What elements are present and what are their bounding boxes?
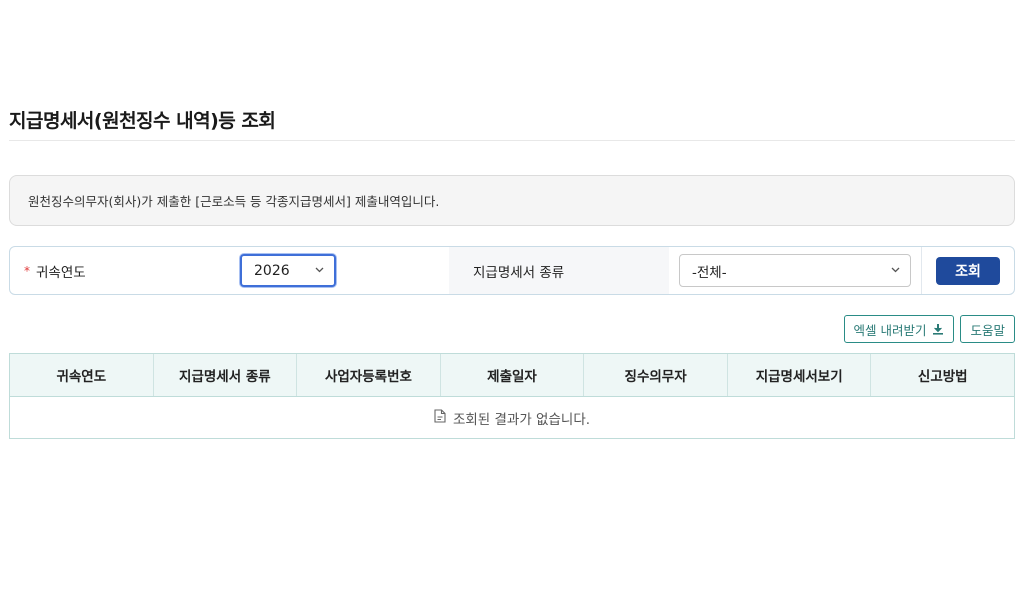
empty-message: 조회된 결과가 없습니다. [452,411,591,428]
required-mark: * [24,263,30,278]
chevron-down-icon [891,265,900,276]
results-table: 귀속연도 지급명세서 종류 사업자등록번호 제출일자 징수의무자 지급명세서보기… [9,353,1015,439]
excel-download-label: 엑셀 내려받기 [853,322,927,338]
search-panel: * 귀속연도 2026 지급명세서 종류 -전체- 조회 [9,246,1015,295]
chevron-down-icon [315,265,324,276]
column-header[interactable]: 지급명세서보기 [728,354,872,396]
column-header[interactable]: 징수의무자 [584,354,728,396]
column-header[interactable]: 신고방법 [871,354,1014,396]
year-select-cell: 2026 [232,247,449,294]
search-button[interactable]: 조회 [936,256,1000,285]
empty-row: 조회된 결과가 없습니다. [10,397,1014,438]
year-label-cell: * 귀속연도 [10,247,232,294]
column-header[interactable]: 귀속연도 [10,354,154,396]
download-icon [932,323,944,335]
year-label: 귀속연도 [36,264,86,281]
table-header: 귀속연도 지급명세서 종류 사업자등록번호 제출일자 징수의무자 지급명세서보기… [10,354,1014,397]
title-divider [9,140,1015,141]
kind-select-cell: -전체- [669,247,921,294]
excel-download-button[interactable]: 엑셀 내려받기 [843,315,955,343]
year-select-value: 2026 [254,262,290,279]
kind-select-value: -전체- [692,264,727,281]
column-header[interactable]: 사업자등록번호 [297,354,441,396]
year-select[interactable]: 2026 [240,254,336,287]
search-button-cell: 조회 [921,247,1014,294]
page-title: 지급명세서(원천징수 내역)등 조회 [9,110,276,132]
column-header[interactable]: 지급명세서 종류 [154,354,298,396]
info-box: 원천징수의무자(회사)가 제출한 [근로소득 등 각종지급명세서] 제출내역입니… [9,175,1015,226]
kind-select[interactable]: -전체- [679,254,911,287]
column-header[interactable]: 제출일자 [441,354,585,396]
kind-label-cell: 지급명세서 종류 [449,247,669,294]
info-text: 원천징수의무자(회사)가 제출한 [근로소득 등 각종지급명세서] 제출내역입니… [28,194,440,209]
help-button[interactable]: 도움말 [960,315,1015,343]
kind-label: 지급명세서 종류 [473,264,565,281]
document-icon [434,408,446,427]
action-buttons: 엑셀 내려받기 도움말 [843,315,1015,343]
help-label: 도움말 [970,322,1005,338]
